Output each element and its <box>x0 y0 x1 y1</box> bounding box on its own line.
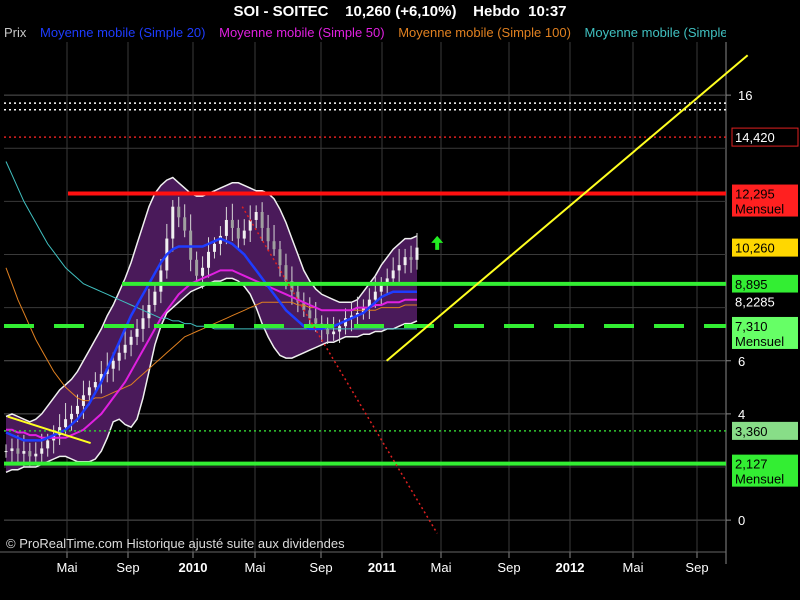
price-candle <box>260 212 264 228</box>
price-label-value: 12,295 <box>735 187 775 202</box>
price-candle <box>189 230 193 260</box>
price-label-sub: Mensuel <box>735 202 784 217</box>
price-candle <box>22 451 26 454</box>
price-candle <box>207 251 211 268</box>
price-candle <box>111 360 115 369</box>
price-candle <box>16 448 20 454</box>
watermark: © ProRealTime.com Historique ajusté suit… <box>6 536 345 551</box>
price-candle <box>224 219 228 236</box>
price-candle <box>332 331 336 335</box>
price-label-sub: Mensuel <box>735 472 784 487</box>
price-label-value: 7,310 <box>735 319 768 334</box>
price-candle <box>87 387 91 396</box>
y-tick-label: 16 <box>738 88 752 103</box>
price-candle <box>147 304 151 319</box>
price-candle <box>242 230 246 239</box>
price-candle <box>373 291 377 300</box>
price-candle <box>415 247 419 260</box>
price-candle <box>278 249 282 266</box>
price-candle <box>28 451 32 457</box>
y-tick-label: 6 <box>738 354 745 369</box>
x-tick-label: Sep <box>309 560 332 575</box>
x-tick-label: Sep <box>497 560 520 575</box>
price-candle <box>326 328 330 335</box>
price-candle <box>212 243 216 252</box>
x-tick-label: 2010 <box>179 560 208 575</box>
price-label-value: 2,127 <box>735 457 768 472</box>
x-tick-label: 2012 <box>556 560 585 575</box>
price-candle <box>159 270 163 292</box>
price-candle <box>195 259 199 276</box>
price-candle <box>153 291 157 305</box>
price-candle <box>135 328 139 337</box>
price-candle <box>46 440 50 449</box>
price-candle <box>272 241 276 250</box>
price-candle <box>397 265 401 271</box>
price-candle <box>266 227 270 242</box>
price-candle <box>308 310 312 319</box>
x-tick-label: Mai <box>57 560 78 575</box>
price-label-value: 8,2285 <box>735 295 775 310</box>
price-label-value: 3,360 <box>735 424 768 439</box>
price-candle <box>40 448 44 454</box>
price-candle <box>284 265 288 282</box>
price-candle <box>403 257 407 266</box>
x-tick-label: Mai <box>623 560 644 575</box>
price-candle <box>141 318 145 329</box>
price-candle <box>177 206 181 218</box>
price-candle <box>236 227 240 239</box>
price-candle <box>230 219 234 228</box>
price-candle <box>4 451 8 453</box>
x-tick-label: Mai <box>431 560 452 575</box>
price-candle <box>314 318 318 324</box>
price-candle <box>171 206 175 239</box>
price-candle <box>248 219 252 231</box>
price-candle <box>70 413 74 420</box>
price-candle <box>93 382 97 388</box>
price-label-value: 10,260 <box>735 241 775 256</box>
x-tick-label: 2011 <box>368 560 396 575</box>
price-candle <box>64 419 68 428</box>
x-tick-label: Sep <box>116 560 139 575</box>
price-candle <box>129 336 133 345</box>
price-candle <box>10 448 14 452</box>
y-tick-label: 0 <box>738 513 745 528</box>
price-chart[interactable]: 16 6 4 0 Mai Sep 2010 Mai Sep 2011 Mai Sep 2012 Mai Se… <box>0 0 800 600</box>
price-label-sub: Mensuel <box>735 334 784 349</box>
price-label-value: 14,420 <box>735 130 775 145</box>
price-candle <box>409 257 413 260</box>
x-tick-label: Mai <box>245 560 266 575</box>
price-candle <box>201 267 205 276</box>
price-label-value: 8,895 <box>735 277 768 292</box>
price-candle <box>75 405 79 414</box>
price-candle <box>254 212 258 220</box>
x-tick-label: Sep <box>685 560 708 575</box>
price-candle <box>183 217 187 231</box>
price-candle <box>117 352 121 361</box>
price-candle <box>391 270 395 279</box>
price-candle <box>34 453 38 457</box>
y-tick-label: 4 <box>738 407 745 422</box>
price-candle <box>123 344 127 353</box>
